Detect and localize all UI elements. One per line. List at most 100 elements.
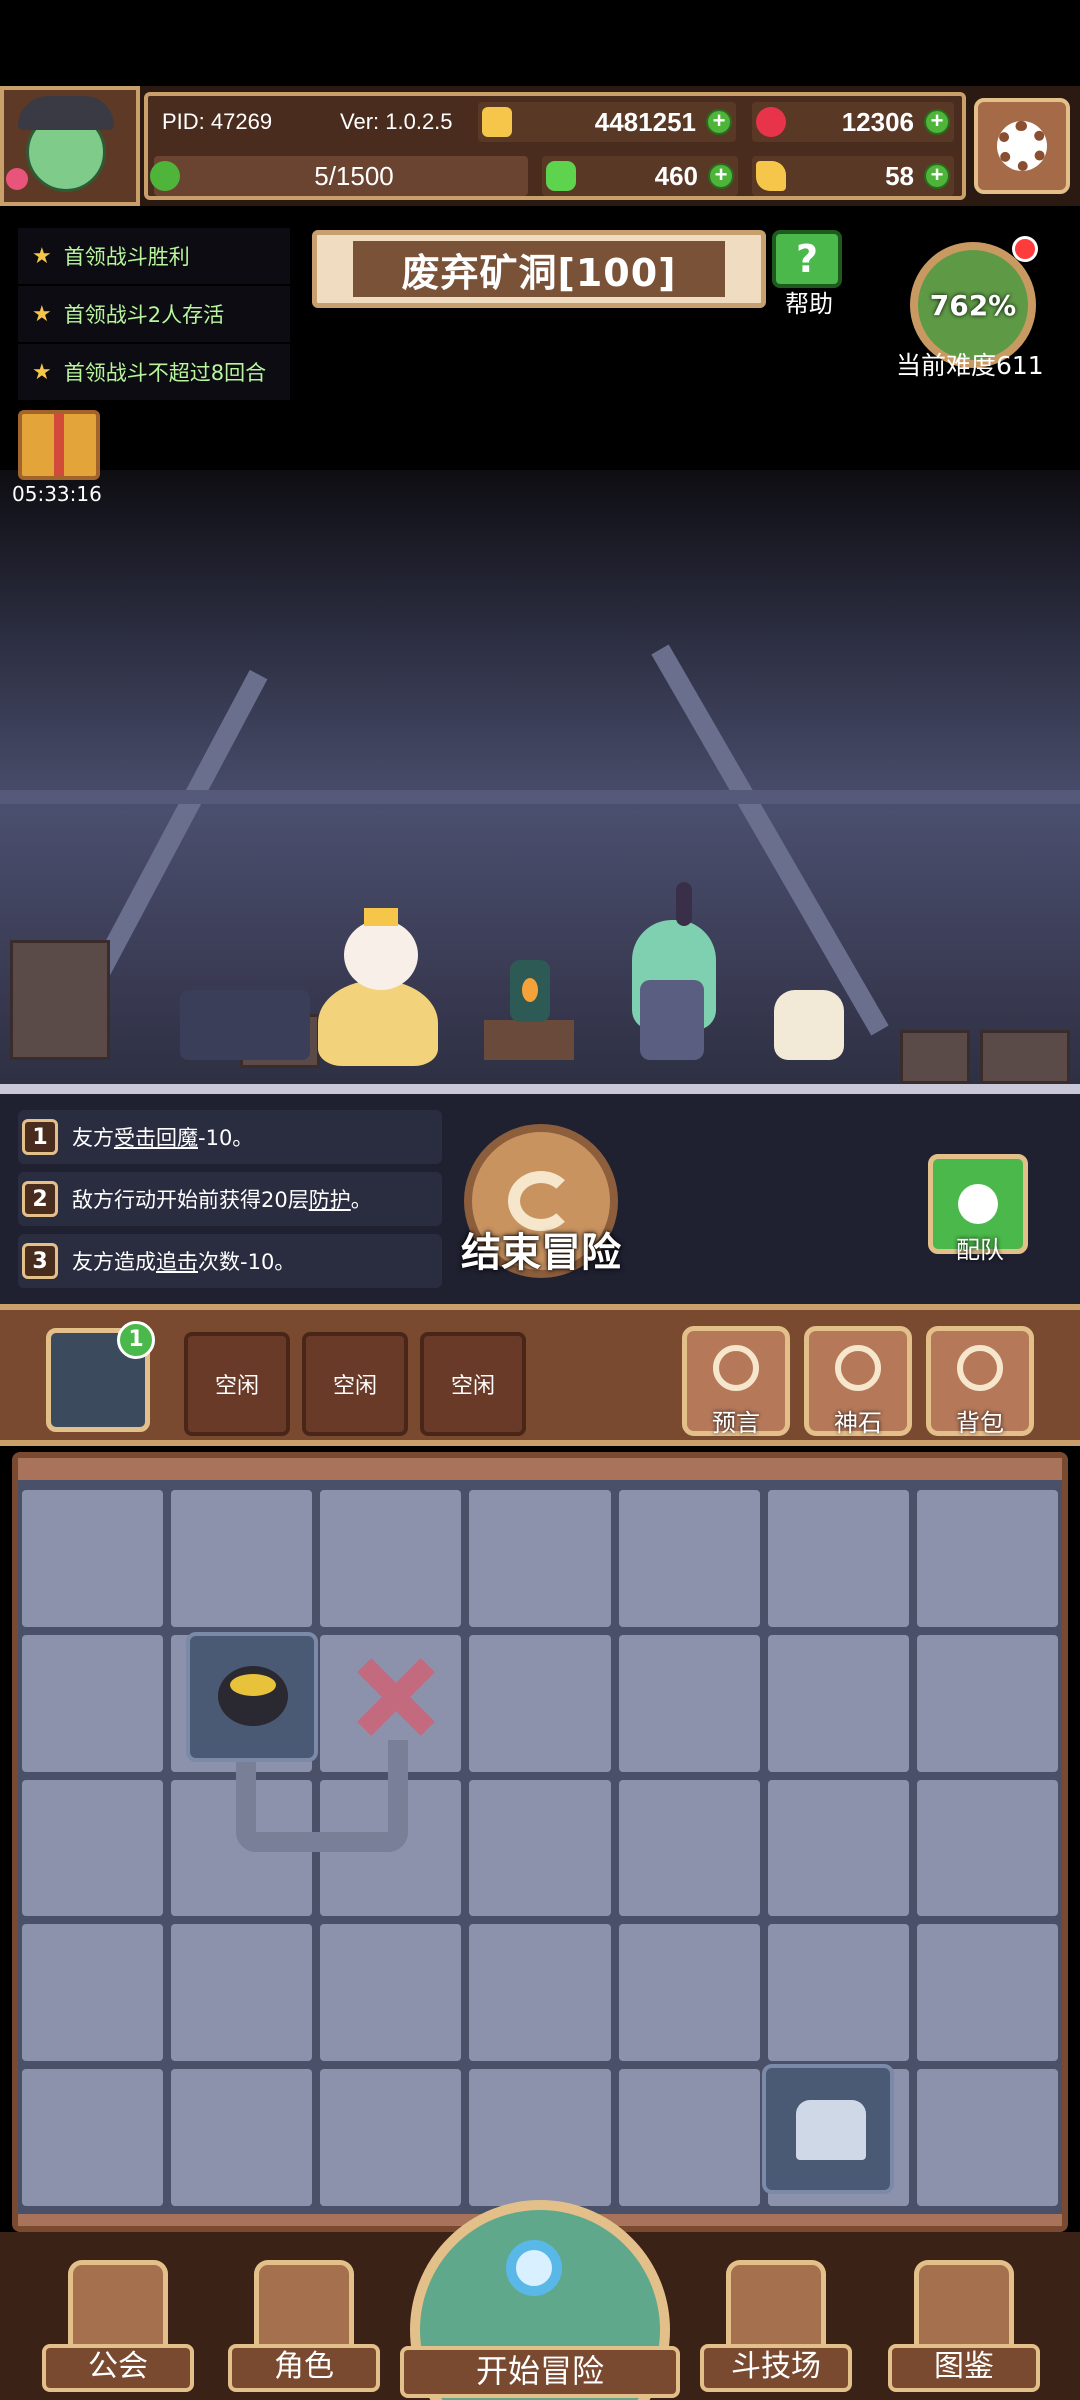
grid-cell[interactable] [22,1924,164,2062]
add-gem-button[interactable]: + [924,109,950,135]
star-icon: ★ [32,359,52,385]
grid-cell[interactable] [469,2069,611,2206]
hero-princess[interactable] [318,908,448,1070]
grid-cell[interactable] [767,1779,909,1917]
help-label: 帮助 [785,290,833,318]
grid-cell[interactable] [767,1634,909,1772]
grid-cell[interactable] [618,1924,760,2062]
bag-button[interactable]: 背包 [926,1326,1034,1437]
prophecy-label: 预言 [712,1409,760,1437]
grid-cell[interactable] [916,1779,1058,1917]
grid-cell[interactable] [618,1634,760,1772]
add-clover-button[interactable]: + [708,163,734,189]
grid-cell[interactable] [767,1924,909,2062]
clover-amount: 460 [654,160,698,191]
grid-cell[interactable] [22,2069,164,2206]
quest-item: ★ 首领战斗2人存活 [18,286,290,342]
player-avatar[interactable] [0,86,140,206]
hero-head [344,920,418,990]
effect-item: 1 友方 受击回魔 -10。 [18,1110,442,1164]
godstone-icon [835,1345,881,1391]
gem-amount: 12306 [841,106,914,137]
action-bar: 1 空闲 空闲 空闲 预言 神石 背包 [0,1304,1080,1446]
gift-box[interactable]: 05:33:16 [12,410,112,506]
team-glyph [958,1184,998,1224]
add-gold-button[interactable]: + [706,109,732,135]
nav-start-adventure[interactable]: 开始冒险 [400,2200,680,2400]
grid-cell[interactable] [320,1924,462,2062]
quest-item: ★ 首领战斗胜利 [18,228,290,284]
effect-item: 2 敌方行动开始前获得20层 防护。 [18,1172,442,1226]
gear-icon [997,121,1047,171]
bunny-ears [676,882,692,926]
grid-cell[interactable] [171,2069,313,2206]
grid-cell[interactable] [916,1924,1058,2062]
idle-slot[interactable]: 空闲 [184,1332,290,1436]
idle-slot[interactable]: 空闲 [420,1332,526,1436]
grid-cell[interactable] [469,1779,611,1917]
grid-cell[interactable] [320,2069,462,2206]
gold-coin-icon [482,107,512,137]
grid-cell[interactable] [916,1634,1058,1772]
grid-cell[interactable] [22,1779,164,1917]
grid-cell[interactable] [469,1924,611,2062]
godstone-button[interactable]: 神石 [804,1326,912,1437]
party-slot-main[interactable]: 1 [46,1321,155,1432]
hero-bunny-girl[interactable] [632,882,722,1060]
bag-label: 背包 [956,1409,1004,1437]
team-button[interactable]: 配队 [928,1154,1032,1266]
grid-cell[interactable] [618,2069,760,2206]
status-strip [0,0,1080,86]
stamina-icon [150,161,180,191]
help-button[interactable]: ? 帮助 [772,230,846,318]
prophecy-button[interactable]: 预言 [682,1326,790,1437]
difficulty-percent: 762% [929,288,1017,322]
grid-cell[interactable] [320,1490,462,1627]
gold-amount: 4481251 [594,106,696,137]
grid-cell[interactable] [767,1490,909,1627]
effect-number: 2 [22,1181,58,1217]
grid-cell[interactable] [22,1490,164,1627]
end-adventure-label: 结束冒险 [461,1230,621,1276]
effect-text: 友方造成 [72,1250,156,1274]
effect-keyword[interactable]: 受击回魔 [114,1122,198,1152]
grid-cell[interactable] [469,1634,611,1772]
idle-slot[interactable]: 空闲 [302,1332,408,1436]
grid-cell[interactable] [171,1490,313,1627]
effect-keyword[interactable]: 防护 [309,1184,351,1214]
quest-list: ★ 首领战斗胜利 ★ 首领战斗2人存活 ★ 首领战斗不超过8回合 [18,228,290,402]
end-adventure-button[interactable]: 结束冒险 [456,1124,626,1284]
grid-cell[interactable] [916,2069,1058,2206]
add-key-button[interactable]: + [924,163,950,189]
destination-x-marker[interactable] [350,1652,440,1742]
quest-item: ★ 首领战斗不超过8回合 [18,344,290,400]
grid-cell[interactable] [469,1490,611,1627]
crossed-swords-icon [726,2260,826,2352]
grid-cell[interactable] [618,1779,760,1917]
key-amount: 58 [885,160,914,191]
mine-rail [0,790,1080,804]
book-icon [914,2260,1014,2352]
nav-character[interactable]: 角色 [224,2242,384,2392]
effect-text: -10。 [198,1126,254,1150]
pet-cat[interactable] [774,970,854,1060]
slot-count-badge: 1 [117,1321,155,1359]
grid-cell[interactable] [171,1924,313,2062]
godstone-label: 神石 [834,1409,882,1437]
grid-cell[interactable] [22,1634,164,1772]
effect-keyword[interactable]: 追击 [156,1246,198,1276]
grid-cell[interactable] [618,1490,760,1627]
nav-arena[interactable]: 斗技场 [696,2242,856,2392]
nav-codex[interactable]: 图鉴 [884,2242,1044,2392]
star-icon: ★ [32,301,52,327]
board-rail-top [18,1458,1062,1480]
grid-cell[interactable] [916,1490,1058,1627]
crate [900,1030,970,1084]
helmet-tile[interactable] [762,2064,894,2194]
quest-label: 首领战斗2人存活 [63,303,225,327]
avatar-flower [6,168,28,190]
nav-guild[interactable]: 公会 [38,2242,198,2392]
prophecy-icon [713,1345,759,1391]
settings-button[interactable] [974,98,1070,194]
cauldron-tile[interactable] [186,1632,318,1762]
